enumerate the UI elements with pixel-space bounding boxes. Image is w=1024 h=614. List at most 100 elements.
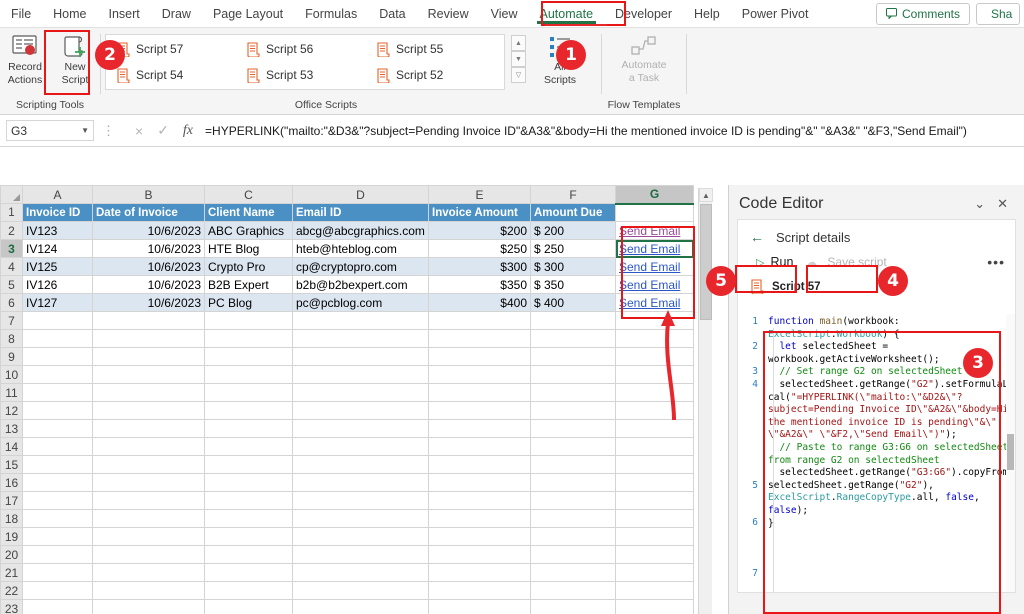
empty-cell[interactable] — [530, 383, 616, 402]
code-scrollbar[interactable] — [1006, 314, 1015, 592]
empty-cell[interactable] — [428, 419, 531, 438]
empty-cell[interactable] — [204, 455, 293, 474]
back-arrow-icon[interactable]: ← — [750, 229, 764, 245]
script-gallery-item[interactable]: Script 55 — [370, 36, 500, 62]
empty-cell[interactable] — [92, 473, 205, 492]
empty-cell[interactable] — [530, 455, 616, 474]
empty-cell[interactable] — [92, 545, 205, 564]
empty-cell[interactable] — [428, 599, 531, 614]
tab-developer[interactable]: Developer — [604, 2, 683, 26]
empty-cell[interactable] — [22, 599, 93, 614]
empty-cell[interactable] — [615, 347, 694, 366]
empty-cell[interactable] — [204, 473, 293, 492]
gallery-scroll-down-button[interactable]: ▼ — [511, 51, 526, 67]
cell-f3[interactable]: $ 250 — [530, 239, 616, 258]
cell-e6[interactable]: $400 — [428, 293, 531, 312]
empty-cell[interactable] — [530, 527, 616, 546]
cell-g2[interactable]: Send Email — [615, 221, 694, 240]
empty-cell[interactable] — [292, 329, 429, 348]
empty-cell[interactable] — [22, 311, 93, 330]
column-header-g[interactable]: G — [615, 185, 694, 205]
formula-input[interactable]: =HYPERLINK("mailto:"&D3&"?subject=Pendin… — [205, 124, 1024, 138]
empty-cell[interactable] — [615, 527, 694, 546]
empty-cell[interactable] — [615, 509, 694, 528]
empty-cell[interactable] — [22, 419, 93, 438]
empty-cell[interactable] — [92, 347, 205, 366]
cell-e5[interactable]: $350 — [428, 275, 531, 294]
scroll-up-arrow-icon[interactable]: ▲ — [699, 188, 713, 202]
empty-cell[interactable] — [204, 383, 293, 402]
cell-f2[interactable]: $ 200 — [530, 221, 616, 240]
empty-cell[interactable] — [615, 473, 694, 492]
row-header-22[interactable]: 22 — [0, 581, 23, 600]
cell-a2[interactable]: IV123 — [22, 221, 93, 240]
row-header-8[interactable]: 8 — [0, 329, 23, 348]
cell-f4[interactable]: $ 300 — [530, 257, 616, 276]
office-scripts-gallery[interactable]: Script 57 Script 56 Script 55 Script 54 … — [105, 34, 505, 90]
empty-cell[interactable] — [292, 473, 429, 492]
cell-e2[interactable]: $200 — [428, 221, 531, 240]
automate-a-task-button[interactable]: Automate a Task — [605, 31, 683, 87]
empty-cell[interactable] — [615, 401, 694, 420]
empty-cell[interactable] — [530, 401, 616, 420]
row-header-23[interactable]: 23 — [0, 599, 23, 614]
row-header-3[interactable]: 3 — [0, 239, 23, 258]
tab-insert[interactable]: Insert — [98, 2, 151, 26]
script-details-header[interactable]: ← Script details — [738, 220, 1015, 251]
run-button[interactable]: ▷ Run — [750, 253, 799, 271]
share-button[interactable]: Sha — [976, 2, 1020, 25]
cell-b5[interactable]: 10/6/2023 — [92, 275, 205, 294]
empty-cell[interactable] — [530, 347, 616, 366]
empty-cell[interactable] — [204, 527, 293, 546]
empty-cell[interactable] — [22, 365, 93, 384]
sheet-vertical-scrollbar[interactable]: ▲ — [698, 188, 713, 614]
row-header-13[interactable]: 13 — [0, 419, 23, 438]
cell-c2[interactable]: ABC Graphics — [204, 221, 293, 240]
empty-cell[interactable] — [615, 563, 694, 582]
empty-cell[interactable] — [22, 383, 93, 402]
empty-cell[interactable] — [292, 437, 429, 456]
send-email-link[interactable]: Send Email — [619, 278, 680, 292]
tab-draw[interactable]: Draw — [151, 2, 202, 26]
script-gallery-item[interactable]: Script 53 — [240, 62, 370, 88]
empty-cell[interactable] — [292, 545, 429, 564]
empty-cell[interactable] — [204, 437, 293, 456]
empty-cell[interactable] — [292, 527, 429, 546]
empty-cell[interactable] — [428, 527, 531, 546]
empty-cell[interactable] — [92, 509, 205, 528]
empty-cell[interactable] — [615, 545, 694, 564]
cell-d4[interactable]: cp@cryptopro.com — [292, 257, 429, 276]
empty-cell[interactable] — [530, 491, 616, 510]
empty-cell[interactable] — [92, 383, 205, 402]
empty-cell[interactable] — [428, 365, 531, 384]
empty-cell[interactable] — [292, 347, 429, 366]
row-header-16[interactable]: 16 — [0, 473, 23, 492]
empty-cell[interactable] — [204, 581, 293, 600]
empty-cell[interactable] — [204, 401, 293, 420]
send-email-link[interactable]: Send Email — [619, 260, 680, 274]
empty-cell[interactable] — [428, 383, 531, 402]
empty-cell[interactable] — [530, 509, 616, 528]
row-header-17[interactable]: 17 — [0, 491, 23, 510]
empty-cell[interactable] — [22, 563, 93, 582]
empty-cell[interactable] — [22, 545, 93, 564]
column-header-c[interactable]: C — [204, 185, 293, 204]
empty-cell[interactable] — [530, 599, 616, 614]
empty-cell[interactable] — [615, 329, 694, 348]
empty-cell[interactable] — [292, 365, 429, 384]
tab-page-layout[interactable]: Page Layout — [202, 2, 294, 26]
empty-cell[interactable] — [530, 365, 616, 384]
empty-cell[interactable] — [22, 401, 93, 420]
cell-a4[interactable]: IV125 — [22, 257, 93, 276]
tab-automate[interactable]: Automate — [529, 2, 605, 26]
tab-formulas[interactable]: Formulas — [294, 2, 368, 26]
cell-g4[interactable]: Send Email — [615, 257, 694, 276]
empty-cell[interactable] — [428, 509, 531, 528]
cell-d5[interactable]: b2b@b2bexpert.com — [292, 275, 429, 294]
row-header-18[interactable]: 18 — [0, 509, 23, 528]
script-gallery-item[interactable]: Script 56 — [240, 36, 370, 62]
empty-cell[interactable] — [204, 563, 293, 582]
empty-cell[interactable] — [292, 599, 429, 614]
empty-cell[interactable] — [92, 419, 205, 438]
cell-a6[interactable]: IV127 — [22, 293, 93, 312]
